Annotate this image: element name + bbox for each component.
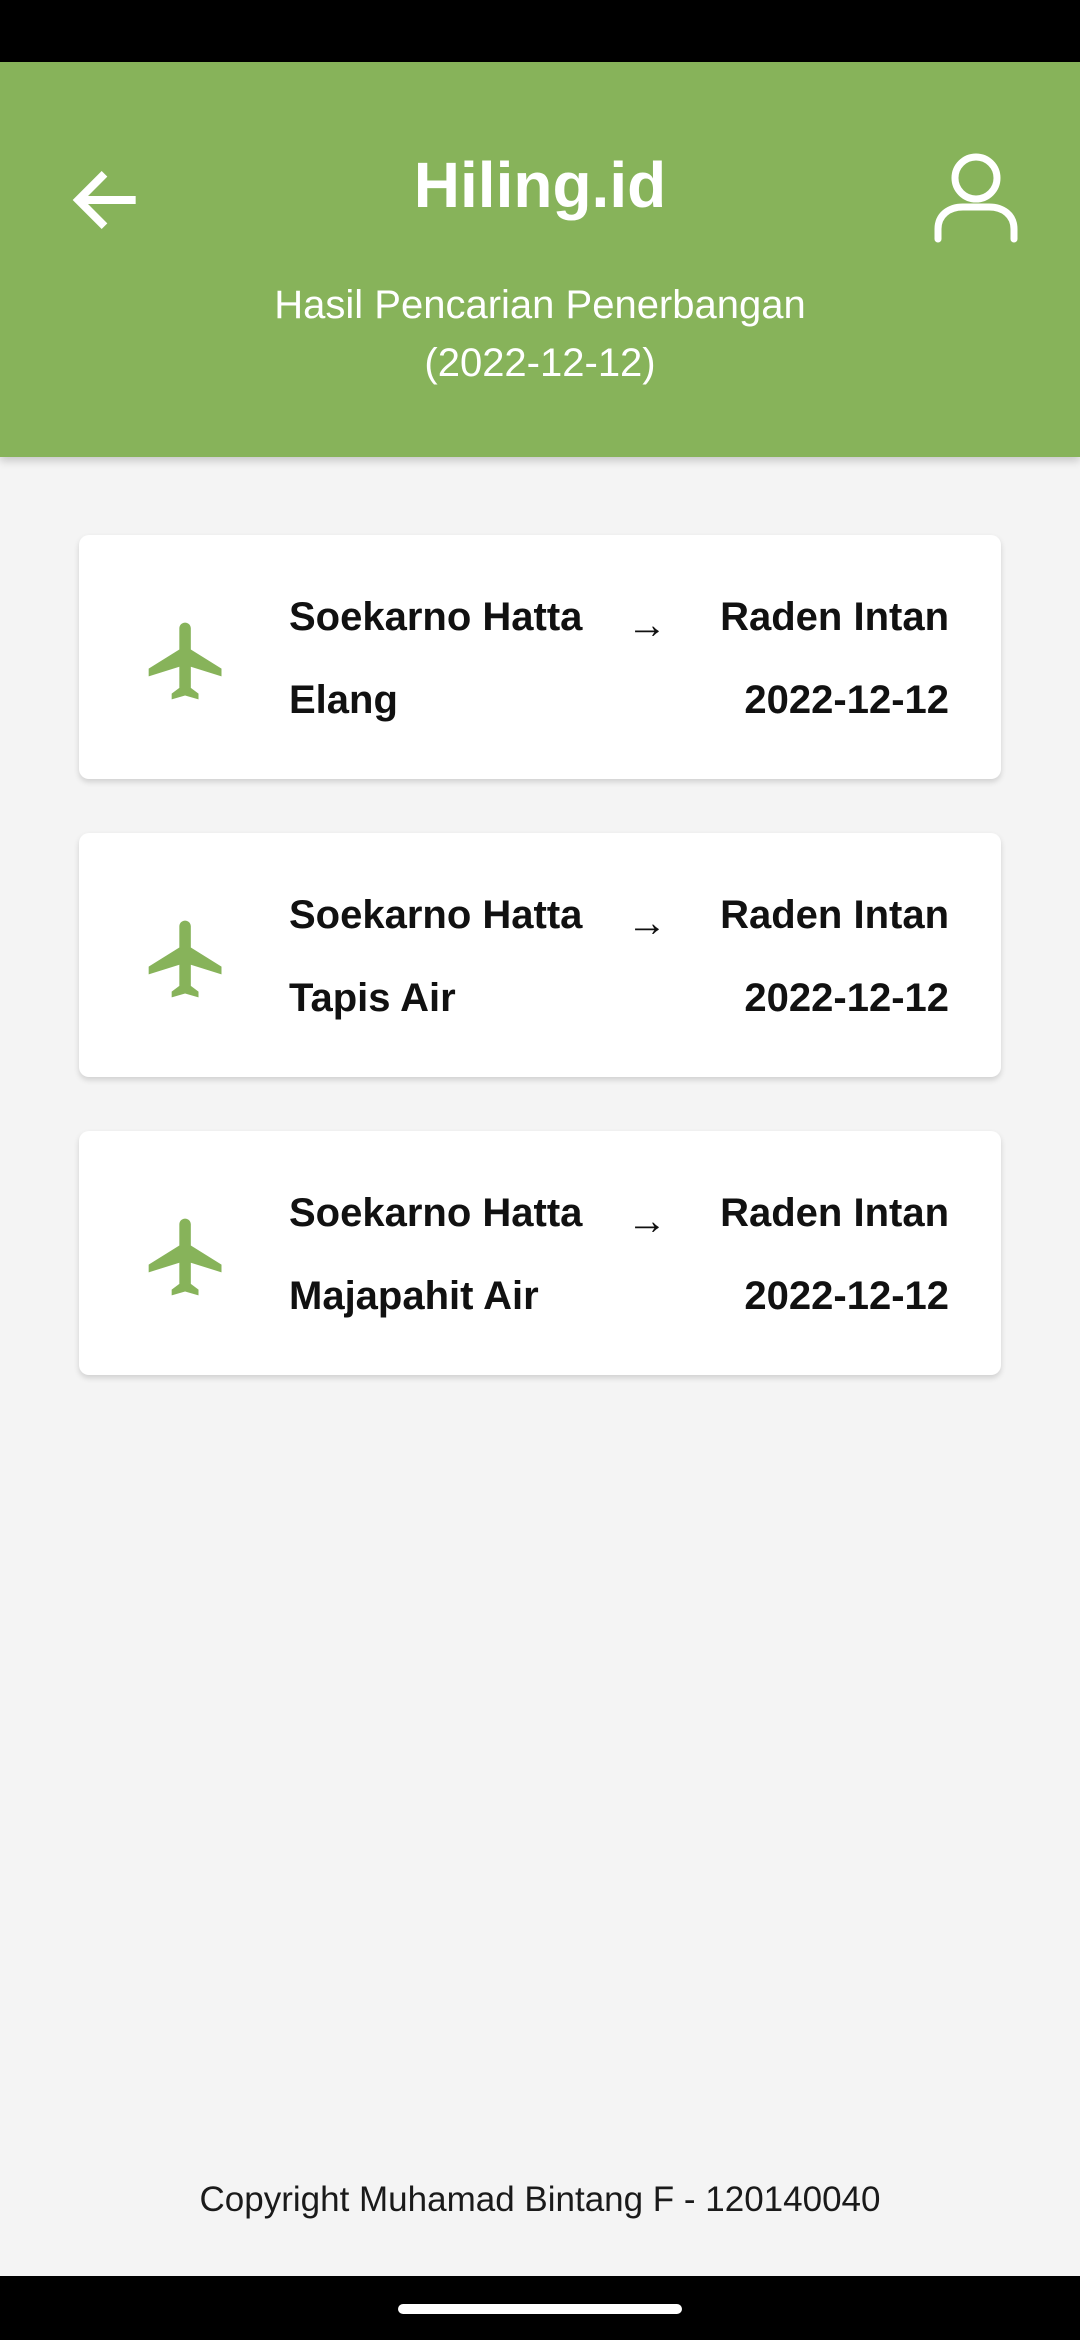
departure-airport: Soekarno Hatta — [289, 893, 583, 937]
page-subtitle: Hasil Pencarian Penerbangan (2022-12-12) — [200, 276, 880, 392]
airline-name: Majapahit Air — [289, 1274, 539, 1318]
departure-airport: Soekarno Hatta — [289, 1191, 583, 1235]
flight-card[interactable]: Soekarno Hatta → Raden Intan Tapis Air 2… — [79, 833, 1001, 1077]
footer-copyright: Copyright Muhamad Bintang F - 120140040 — [199, 2180, 881, 2219]
app-title: Hiling.id — [413, 149, 667, 221]
arrival-airport: Raden Intan — [720, 893, 949, 937]
airplane-icon — [148, 622, 222, 700]
route-arrow-icon: → — [627, 1199, 667, 1243]
airline-name: Elang — [289, 678, 398, 722]
route-arrow-icon: → — [627, 901, 667, 945]
status-bar — [0, 0, 1080, 62]
subtitle-line-1: Hasil Pencarian Penerbangan — [274, 283, 806, 327]
navigation-bar — [0, 2276, 1080, 2340]
departure-airport: Soekarno Hatta — [289, 595, 583, 639]
flight-date: 2022-12-12 — [744, 678, 949, 722]
flight-date: 2022-12-12 — [744, 976, 949, 1020]
home-indicator[interactable] — [398, 2304, 682, 2314]
airplane-icon — [148, 1218, 222, 1296]
flight-card[interactable]: Soekarno Hatta → Raden Intan Majapahit A… — [79, 1131, 1001, 1375]
flight-list: Soekarno Hatta → Raden Intan Elang 2022-… — [79, 535, 1001, 1429]
app-header: Hiling.id Hasil Pencarian Penerbangan (2… — [0, 62, 1080, 457]
flight-date: 2022-12-12 — [744, 1274, 949, 1318]
user-icon — [934, 153, 1018, 243]
flight-card[interactable]: Soekarno Hatta → Raden Intan Elang 2022-… — [79, 535, 1001, 779]
subtitle-line-2: (2022-12-12) — [424, 341, 656, 385]
arrival-airport: Raden Intan — [720, 595, 949, 639]
route-arrow-icon: → — [627, 603, 667, 647]
airplane-icon — [148, 920, 222, 998]
arrival-airport: Raden Intan — [720, 1191, 949, 1235]
airline-name: Tapis Air — [289, 976, 456, 1020]
profile-button[interactable] — [928, 147, 1024, 247]
